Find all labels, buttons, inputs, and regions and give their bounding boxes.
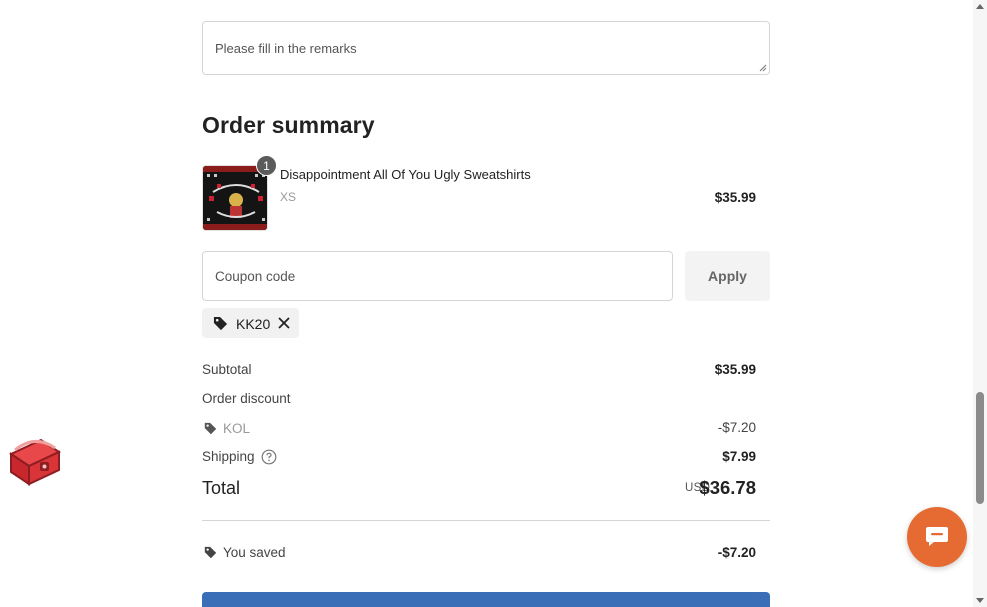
coupon-field[interactable] (202, 251, 673, 301)
subtotal-label: Subtotal (202, 362, 252, 377)
order-discount-label: Order discount (202, 391, 291, 406)
scroll-down-arrow-icon[interactable] (976, 598, 984, 603)
checkout-button[interactable] (202, 592, 770, 607)
coupon-input[interactable] (203, 252, 672, 300)
discount-code: KOL (223, 421, 251, 436)
divider (202, 520, 770, 521)
scrollbar-thumb[interactable] (976, 392, 984, 504)
remarks-textarea[interactable]: Please fill in the remarks (202, 21, 770, 75)
close-icon[interactable] (277, 316, 291, 330)
product-variant: XS (280, 190, 297, 204)
total-value: $36.78 (699, 477, 756, 498)
page-scrollbar[interactable] (973, 0, 987, 607)
quantity-badge: 1 (256, 155, 277, 176)
total-label: Total (202, 478, 241, 498)
order-summary-title: Order summary (202, 112, 375, 138)
tag-icon (213, 316, 228, 331)
discount-value: -$7.20 (717, 420, 756, 435)
you-saved-label: You saved (223, 545, 286, 560)
treasure-chest-icon[interactable] (5, 432, 63, 490)
shipping-label: Shipping (202, 449, 255, 464)
applied-coupon-code: KK20 (236, 316, 271, 332)
question-circle-icon[interactable] (261, 449, 277, 465)
scroll-up-arrow-icon[interactable] (976, 4, 984, 9)
resize-handle-icon[interactable] (759, 64, 767, 72)
discount-code-line: KOL (204, 421, 250, 436)
you-saved-value: -$7.20 (717, 545, 756, 560)
product-price: $35.99 (714, 190, 756, 205)
you-saved-line: You saved (204, 545, 286, 560)
chat-bubble-icon (926, 527, 948, 546)
shipping-value: $7.99 (722, 449, 756, 464)
apply-coupon-button[interactable]: Apply (685, 251, 770, 301)
subtotal-value: $35.99 (714, 362, 756, 377)
tag-icon (204, 422, 217, 435)
product-name: Disappointment All Of You Ugly Sweatshir… (280, 167, 531, 182)
product-thumbnail (202, 165, 268, 231)
checkout-page: Please fill in the remarks Order summary (0, 0, 973, 607)
tag-icon (204, 546, 217, 559)
applied-coupon-chip: KK20 (202, 308, 299, 338)
chat-button[interactable] (907, 507, 967, 567)
remarks-placeholder: Please fill in the remarks (215, 41, 357, 56)
